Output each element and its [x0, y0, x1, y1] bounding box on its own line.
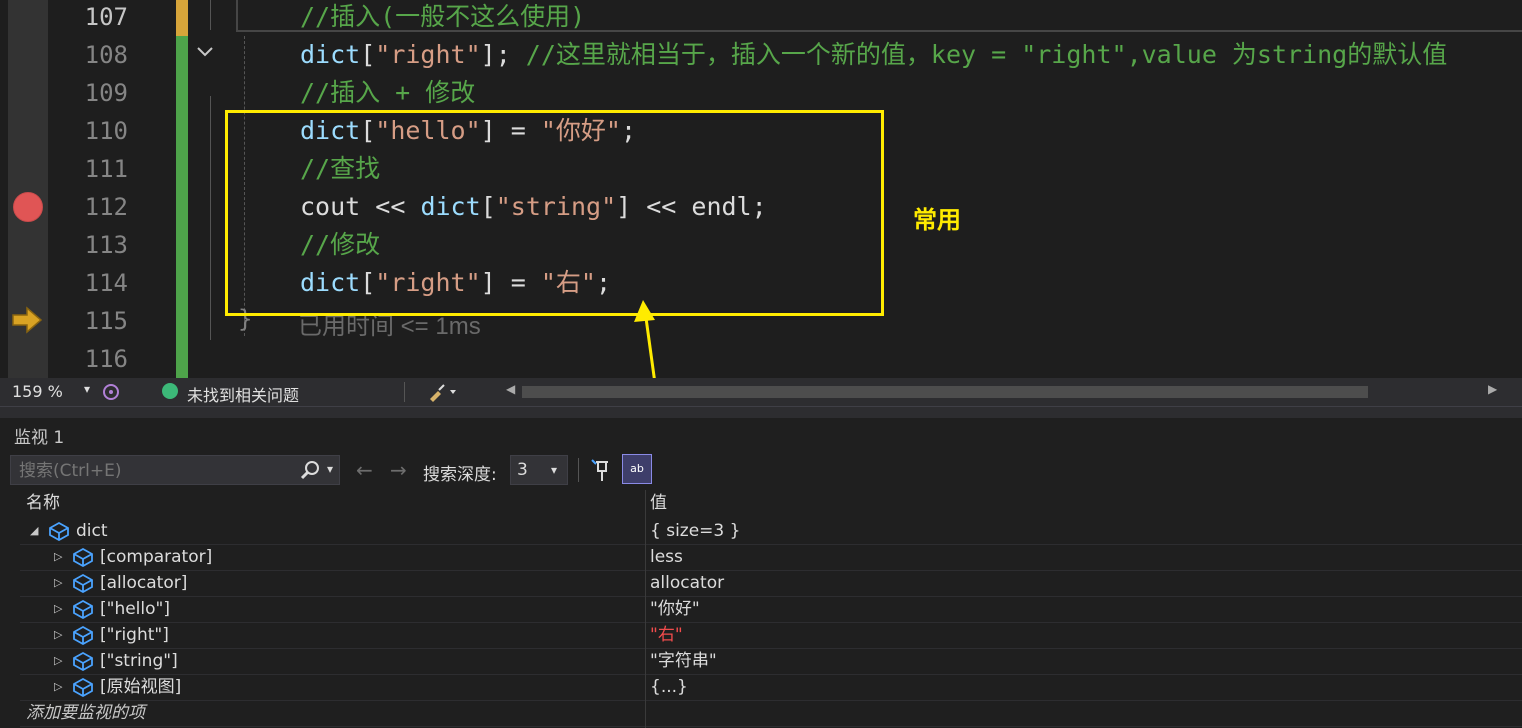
search-depth-select[interactable]: 3 ▾ [510, 455, 568, 485]
watch-row[interactable]: ▷ ["hello"] "你好" [20, 596, 1522, 623]
watch-item-value[interactable]: less [650, 544, 683, 570]
code-token: //这里就相当于，插入一个新的值，key = "right",value 为st… [525, 40, 1448, 69]
watch-item-name[interactable]: ["right"] [100, 622, 169, 648]
search-icon[interactable] [299, 460, 321, 482]
watch-item-value[interactable]: {...} [650, 674, 688, 700]
watch-item-name[interactable]: dict [76, 518, 108, 544]
object-icon [72, 573, 94, 594]
code-token: dict [300, 40, 361, 69]
object-icon [48, 521, 70, 542]
annotation-box [225, 110, 884, 316]
copilot-icon[interactable] [102, 383, 120, 401]
chevron-down-icon[interactable]: ▾ [551, 463, 557, 477]
watch-row[interactable]: ◢ dict { size=3 } [20, 518, 1522, 545]
column-header-value[interactable]: 值 [650, 490, 667, 516]
watch-item-value[interactable]: "右" [650, 622, 683, 648]
current-statement-arrow-icon [12, 306, 43, 334]
hex-display-toggle-icon[interactable]: ab [622, 454, 652, 484]
breakpoint-icon[interactable] [13, 192, 43, 222]
separator [404, 382, 405, 402]
line-number: 107 [84, 3, 128, 31]
horizontal-scrollbar[interactable] [522, 386, 1368, 398]
expand-icon[interactable]: ▷ [54, 674, 62, 700]
pin-icon[interactable] [590, 458, 614, 484]
check-icon [162, 383, 178, 399]
search-options-dropdown-icon[interactable]: ▾ [327, 462, 333, 476]
watch-title[interactable]: 监视 1 [14, 423, 64, 448]
watch-item-value[interactable]: { size=3 } [650, 518, 740, 544]
separator [578, 458, 579, 482]
watch-item-name[interactable]: [comparator] [100, 544, 212, 570]
chevron-down-icon[interactable] [195, 42, 215, 62]
line-number: 116 [84, 345, 128, 373]
expand-icon[interactable]: ▷ [54, 596, 62, 622]
line-number: 115 [84, 307, 128, 335]
code-token: [ [360, 40, 376, 69]
line-number: 108 [84, 41, 128, 69]
watch-row[interactable]: ▷ ["string"] "字符串" [20, 648, 1522, 675]
collapse-icon[interactable]: ◢ [30, 518, 38, 544]
issues-status[interactable]: 未找到相关问题 [187, 382, 299, 406]
watch-row[interactable]: ▷ [原始视图] {...} [20, 674, 1522, 701]
search-depth-value: 3 [517, 460, 528, 480]
line-number: 109 [84, 79, 128, 107]
watch-item-value[interactable]: "你好" [650, 596, 700, 622]
watch-item-name[interactable]: [原始视图] [100, 674, 181, 700]
watch-item-name[interactable]: [allocator] [100, 570, 187, 596]
object-icon [72, 547, 94, 568]
line-number: 111 [84, 155, 128, 183]
line-number: 114 [84, 269, 128, 297]
code-token: ]; [480, 40, 526, 69]
scroll-left-icon[interactable]: ◀ [506, 382, 515, 396]
annotation-label-common: 常用 [913, 206, 961, 234]
watch-search-box[interactable]: ▾ [10, 455, 340, 485]
code-token: //插入 + 修改 [300, 78, 476, 107]
search-input[interactable] [17, 459, 291, 483]
add-watch-item[interactable]: 添加要监视的项 [20, 700, 1522, 727]
code-token: "right" [375, 40, 481, 69]
editor-status-bar: 159 % ▾ 未找到相关问题 ◀ ▶ [0, 378, 1522, 406]
object-icon [72, 625, 94, 646]
search-next-icon[interactable]: → [390, 458, 407, 482]
column-separator[interactable] [645, 490, 646, 728]
change-indicator-bar [176, 0, 188, 378]
expand-icon[interactable]: ▷ [54, 570, 62, 596]
watch-row[interactable]: ▷ [comparator] less [20, 544, 1522, 571]
watch-row[interactable]: ▷ ["right"] "右" [20, 622, 1522, 649]
watch-item-value[interactable]: allocator [650, 570, 724, 596]
expand-icon[interactable]: ▷ [54, 648, 62, 674]
zoom-level[interactable]: 159 % [12, 382, 63, 401]
watch-row[interactable]: ▷ [allocator] allocator [20, 570, 1522, 597]
object-icon [72, 599, 94, 620]
line-number: 112 [84, 193, 128, 221]
line-number: 113 [84, 231, 128, 259]
watch-item-name[interactable]: ["hello"] [100, 596, 170, 622]
fold-guide-lower [210, 96, 211, 340]
watch-item-value[interactable]: "字符串" [650, 648, 717, 674]
object-icon [72, 651, 94, 672]
watch-panel: 监视 1 ▾ ← → 搜索深度: 3 ▾ ab 名称 值 ◢ dict { size… [0, 418, 1522, 728]
scroll-right-icon[interactable]: ▶ [1488, 382, 1497, 396]
column-header-name[interactable]: 名称 [26, 490, 60, 516]
expand-icon[interactable]: ▷ [54, 622, 62, 648]
object-icon [72, 677, 94, 698]
zoom-dropdown-icon[interactable]: ▾ [84, 382, 90, 396]
code-token: //插入(一般不这么使用) [300, 2, 586, 31]
search-previous-icon[interactable]: ← [356, 458, 373, 482]
line-number: 110 [84, 117, 128, 145]
code-line[interactable]: dict["right"]; //这里就相当于，插入一个新的值，key = "r… [300, 36, 1447, 74]
code-line[interactable]: //插入(一般不这么使用) [300, 0, 585, 36]
watch-item-name[interactable]: ["string"] [100, 648, 178, 674]
add-watch-item-label[interactable]: 添加要监视的项 [26, 700, 145, 726]
expand-icon[interactable]: ▷ [54, 544, 62, 570]
search-depth-label: 搜索深度: [423, 465, 497, 485]
code-cleanup-icon[interactable] [426, 381, 460, 403]
code-line[interactable]: //插入 + 修改 [300, 74, 475, 112]
fold-guide [210, 0, 211, 30]
